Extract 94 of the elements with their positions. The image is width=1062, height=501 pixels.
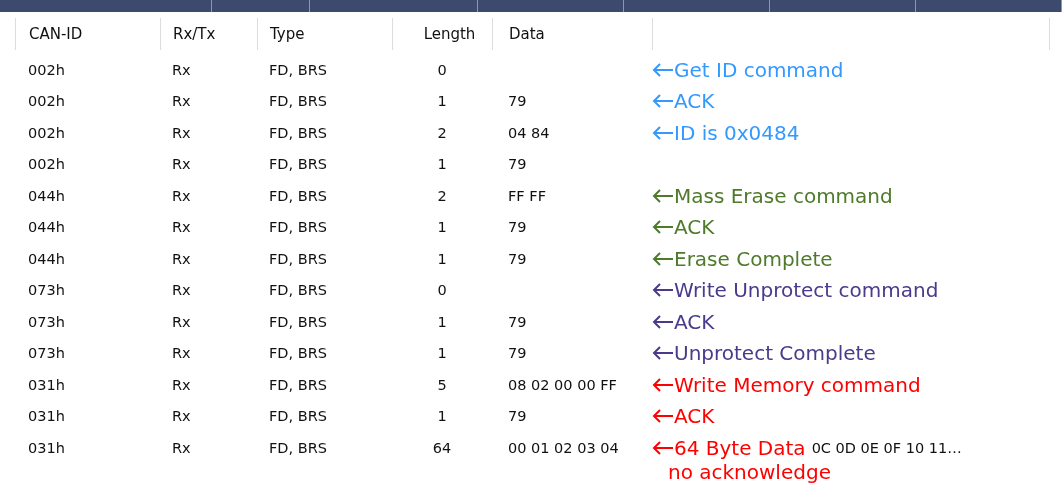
annotation: ACK [674,404,715,429]
table-cell: FD, BRS [269,250,327,267]
table-cell: FF FF [508,187,546,204]
table-cell: FD, BRS [269,156,327,173]
table-cell: 0C 0D 0E 0F 10 11… [811,439,962,456]
annotation: no acknowledge [668,459,832,484]
table-cell: FD, BRS [269,376,327,393]
column-header[interactable]: CAN-ID [16,18,161,50]
column-header[interactable]: Rx/Tx [161,18,258,50]
table-cell: Rx [172,61,191,78]
left-arrow-icon [652,283,674,298]
table-cell: 002h [28,61,65,78]
table-cell: 79 [508,345,527,362]
table-cell: FD, BRS [269,313,327,330]
table-cell: 044h [28,187,65,204]
left-arrow-icon [652,220,674,235]
table-cell: 08 02 00 00 FF [508,376,617,393]
table-cell: 1 [437,219,447,236]
table-cell: 2 [437,187,447,204]
left-arrow-icon [652,377,674,392]
table-cell: 1 [437,345,447,362]
left-arrow-icon [652,440,674,455]
left-arrow-icon [652,94,674,109]
left-arrow-icon [652,125,674,140]
left-arrow-icon [652,251,674,266]
table-cell: Rx [172,282,191,299]
table-cell: FD, BRS [269,124,327,141]
table-cell: 79 [508,313,527,330]
annotation: Write Memory command [674,372,921,397]
table-cell: 044h [28,250,65,267]
table-cell: 1 [437,313,447,330]
annotation: ACK [674,309,715,334]
table-cell: 0 [437,282,447,299]
annotation: Get ID command [674,57,844,82]
table-cell: 1 [437,408,447,425]
table-cell: Rx [172,156,191,173]
table-cell: FD, BRS [269,93,327,110]
table-cell: 002h [28,124,65,141]
column-header[interactable]: Length [393,18,493,50]
table-cell: Rx [172,250,191,267]
table-cell: FD, BRS [269,61,327,78]
table-cell: 04 84 [508,124,550,141]
table-cell: FD, BRS [269,187,327,204]
table-cell: 073h [28,345,65,362]
table-cell: Rx [172,219,191,236]
table-cell: 002h [28,93,65,110]
table-cell: Rx [172,439,191,456]
table-cell: Rx [172,93,191,110]
table-cell: 031h [28,439,65,456]
table-cell: 0 [437,61,447,78]
table-cell: Rx [172,408,191,425]
table-cell: Rx [172,124,191,141]
table-cell: FD, BRS [269,345,327,362]
left-arrow-icon [652,314,674,329]
table-cell: FD, BRS [269,282,327,299]
table-cell: Rx [172,187,191,204]
annotation: ACK [674,215,715,240]
table-cell: 5 [437,376,447,393]
table-cell: 073h [28,313,65,330]
table-cell: 2 [437,124,447,141]
table-cell: 1 [437,156,447,173]
table-cell: 79 [508,156,527,173]
annotation: 64 Byte Data [674,435,806,460]
annotation: Write Unprotect command [674,278,939,303]
table-cell: 79 [508,93,527,110]
table-cell: FD, BRS [269,219,327,236]
column-header[interactable]: Type [258,18,393,50]
column-header[interactable]: Data [493,18,653,50]
table-cell: 1 [437,250,447,267]
left-arrow-icon [652,188,674,203]
table-cell: 031h [28,376,65,393]
table-cell: 044h [28,219,65,236]
left-arrow-icon [652,409,674,424]
table-cell: Rx [172,345,191,362]
table-cell: 031h [28,408,65,425]
table-cell: Rx [172,376,191,393]
table-cell: 002h [28,156,65,173]
table-cell: 79 [508,408,527,425]
annotation: Erase Complete [674,246,833,271]
annotation: ID is 0x0484 [674,120,800,145]
table-cell: 79 [508,219,527,236]
table-cell: 79 [508,250,527,267]
left-arrow-icon [652,346,674,361]
annotation: Mass Erase command [674,183,893,208]
table-cell: Rx [172,313,191,330]
table-cell: 073h [28,282,65,299]
table-cell: 64 [432,439,452,456]
table-cell: FD, BRS [269,439,327,456]
annotation: ACK [674,89,715,114]
table-cell: 00 01 02 03 04 [508,439,619,456]
annotation: Unprotect Complete [674,341,876,366]
table-cell: FD, BRS [269,408,327,425]
table-cell: 1 [437,93,447,110]
left-arrow-icon [652,62,674,77]
